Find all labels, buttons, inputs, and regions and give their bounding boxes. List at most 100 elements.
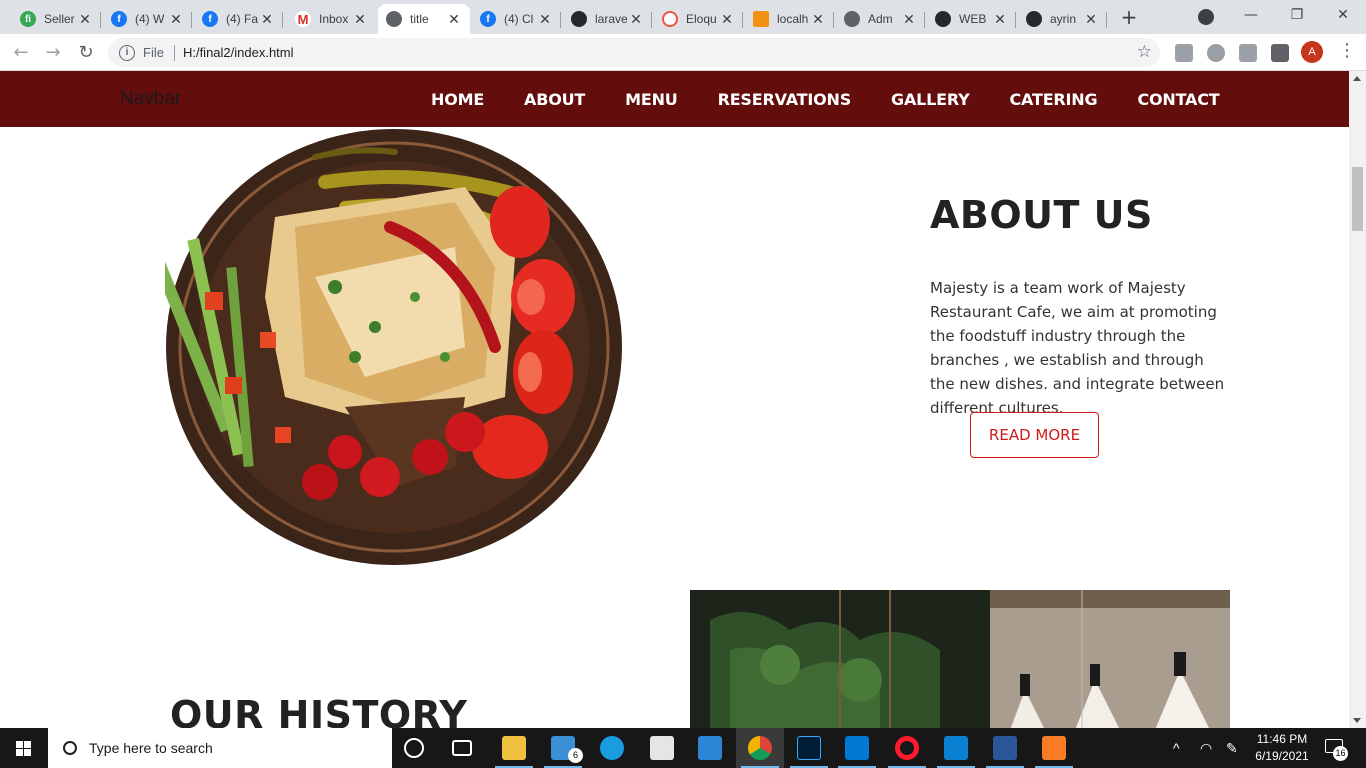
close-tab-icon[interactable]: ✕ xyxy=(352,11,368,28)
scroll-up-icon[interactable] xyxy=(1353,76,1361,81)
nav-link-reservations[interactable]: RESERVATIONS xyxy=(718,90,852,109)
wifi-icon[interactable]: ◠ xyxy=(1200,740,1212,757)
word-icon[interactable] xyxy=(993,736,1017,760)
bookmark-star-icon[interactable]: ☆ xyxy=(1137,42,1152,62)
chevron-up-icon[interactable]: ^ xyxy=(1173,740,1180,756)
browser-tab-active[interactable]: title ✕ xyxy=(378,4,470,34)
file-explorer-icon[interactable] xyxy=(502,736,526,760)
remote-desktop-icon[interactable] xyxy=(698,736,722,760)
close-tab-icon[interactable]: ✕ xyxy=(628,11,644,28)
browser-tab[interactable]: localh ✕ xyxy=(745,4,834,34)
about-title: ABOUT US xyxy=(930,193,1153,237)
close-tab-icon[interactable]: ✕ xyxy=(719,11,735,28)
browser-tab[interactable]: ayrin ✕ xyxy=(1018,4,1107,34)
nav-link-home[interactable]: HOME xyxy=(431,90,484,109)
browser-tab[interactable]: fi Seller ✕ xyxy=(12,4,101,34)
tab-title: localh xyxy=(777,12,809,26)
extension-icon[interactable] xyxy=(1207,44,1225,62)
notification-center-icon[interactable]: 16 xyxy=(1325,739,1348,761)
puzzle-extensions-icon[interactable] xyxy=(1271,44,1289,62)
history-title: OUR HISTORY xyxy=(170,693,468,728)
camera-extension-icon[interactable] xyxy=(1239,44,1257,62)
tab-title: Eloqu xyxy=(686,12,717,26)
back-icon[interactable]: ← xyxy=(9,41,33,65)
close-tab-icon[interactable]: ✕ xyxy=(259,11,275,28)
info-icon[interactable]: i xyxy=(119,44,135,61)
browser-tab[interactable]: Eloqu ✕ xyxy=(654,4,743,34)
windows-taskbar: Type here to search 6 ^ ◠ ✎ 11:46 PM 6/1… xyxy=(0,728,1366,768)
browser-tab[interactable]: f (4) W ✕ xyxy=(103,4,192,34)
site-navbar: Navbar HOME ABOUT MENU RESERVATIONS GALL… xyxy=(0,71,1349,127)
page-scrollbar[interactable] xyxy=(1349,71,1366,728)
tab-title: Adm xyxy=(868,12,893,26)
tab-title: title xyxy=(410,12,429,26)
browser-tab[interactable]: larave ✕ xyxy=(563,4,652,34)
tab-search-icon[interactable] xyxy=(1198,9,1214,25)
nav-link-contact[interactable]: CONTACT xyxy=(1137,90,1219,109)
scrollbar-thumb[interactable] xyxy=(1352,167,1363,231)
nav-menu: HOME ABOUT MENU RESERVATIONS GALLERY CAT… xyxy=(431,71,1259,127)
nav-link-gallery[interactable]: GALLERY xyxy=(891,90,970,109)
close-tab-icon[interactable]: ✕ xyxy=(901,11,917,28)
taskbar-clock[interactable]: 11:46 PM 6/19/2021 xyxy=(1252,731,1312,765)
cortana-icon[interactable] xyxy=(404,738,424,758)
browser-tab-strip: fi Seller ✕ f (4) W ✕ f (4) Fa ✕ M Inbox… xyxy=(0,0,1366,34)
windows-start-button[interactable] xyxy=(0,728,48,768)
globe-icon xyxy=(844,11,860,27)
chrome-icon[interactable] xyxy=(748,736,772,760)
navbar-brand[interactable]: Navbar xyxy=(120,88,181,110)
nav-link-about[interactable]: ABOUT xyxy=(524,90,585,109)
close-window-button[interactable]: ✕ xyxy=(1328,4,1358,26)
new-tab-button[interactable]: + xyxy=(1118,6,1140,28)
taskbar-search-box[interactable]: Type here to search xyxy=(48,728,392,768)
close-tab-icon[interactable]: ✕ xyxy=(992,11,1008,28)
close-tab-icon[interactable]: ✕ xyxy=(446,11,462,28)
close-tab-icon[interactable]: ✕ xyxy=(537,11,553,28)
globe-icon xyxy=(386,11,402,27)
tab-title: (4) Fa xyxy=(226,12,259,26)
task-view-icon[interactable] xyxy=(452,740,472,756)
tab-title: larave xyxy=(595,12,628,26)
xampp-icon[interactable] xyxy=(1042,736,1066,760)
opera-icon[interactable] xyxy=(895,736,919,760)
read-more-button[interactable]: READ MORE xyxy=(970,412,1099,458)
media-player-icon[interactable] xyxy=(944,736,968,760)
fiverr-icon: fi xyxy=(20,11,36,27)
forward-icon[interactable]: → xyxy=(41,41,65,65)
pen-icon[interactable]: ✎ xyxy=(1226,740,1238,757)
github-icon xyxy=(1026,11,1042,27)
browser-tab[interactable]: Adm ✕ xyxy=(836,4,925,34)
gmail-icon: M xyxy=(295,11,311,27)
nav-link-catering[interactable]: CATERING xyxy=(1010,90,1098,109)
mail-badge: 6 xyxy=(568,748,583,763)
laravel-icon xyxy=(662,11,678,27)
restore-button[interactable]: ❐ xyxy=(1282,4,1312,26)
photoshop-icon[interactable] xyxy=(797,736,821,760)
profile-avatar[interactable]: A xyxy=(1301,41,1323,63)
menu-kebab-icon[interactable]: ⋮ xyxy=(1338,41,1356,63)
nav-link-menu[interactable]: MENU xyxy=(625,90,678,109)
close-tab-icon[interactable]: ✕ xyxy=(810,11,826,28)
browser-tab[interactable]: f (4) Cl ✕ xyxy=(472,4,561,34)
store-icon[interactable] xyxy=(650,736,674,760)
browser-tab[interactable]: f (4) Fa ✕ xyxy=(194,4,283,34)
minimize-button[interactable]: — xyxy=(1236,4,1266,26)
browser-tab[interactable]: M Inbox ✕ xyxy=(287,4,376,34)
address-bar[interactable]: i File H:/final2/index.html ☆ xyxy=(108,38,1160,67)
edge-icon[interactable] xyxy=(600,736,624,760)
github-icon xyxy=(935,11,951,27)
scroll-down-icon[interactable] xyxy=(1353,718,1361,723)
close-tab-icon[interactable]: ✕ xyxy=(1083,11,1099,28)
notification-count: 16 xyxy=(1333,746,1348,761)
tab-title: (4) W xyxy=(135,12,165,26)
browser-tab[interactable]: WEB ✕ xyxy=(927,4,1016,34)
tab-title: Seller xyxy=(44,12,75,26)
reload-icon[interactable]: ↻ xyxy=(74,41,98,65)
close-tab-icon[interactable]: ✕ xyxy=(168,11,184,28)
close-tab-icon[interactable]: ✕ xyxy=(77,11,93,28)
search-icon xyxy=(63,741,77,755)
restaurant-interior-image xyxy=(690,590,1230,728)
url-text: H:/final2/index.html xyxy=(182,45,294,60)
pdf-extension-icon[interactable] xyxy=(1175,44,1193,62)
vscode-icon[interactable] xyxy=(845,736,869,760)
